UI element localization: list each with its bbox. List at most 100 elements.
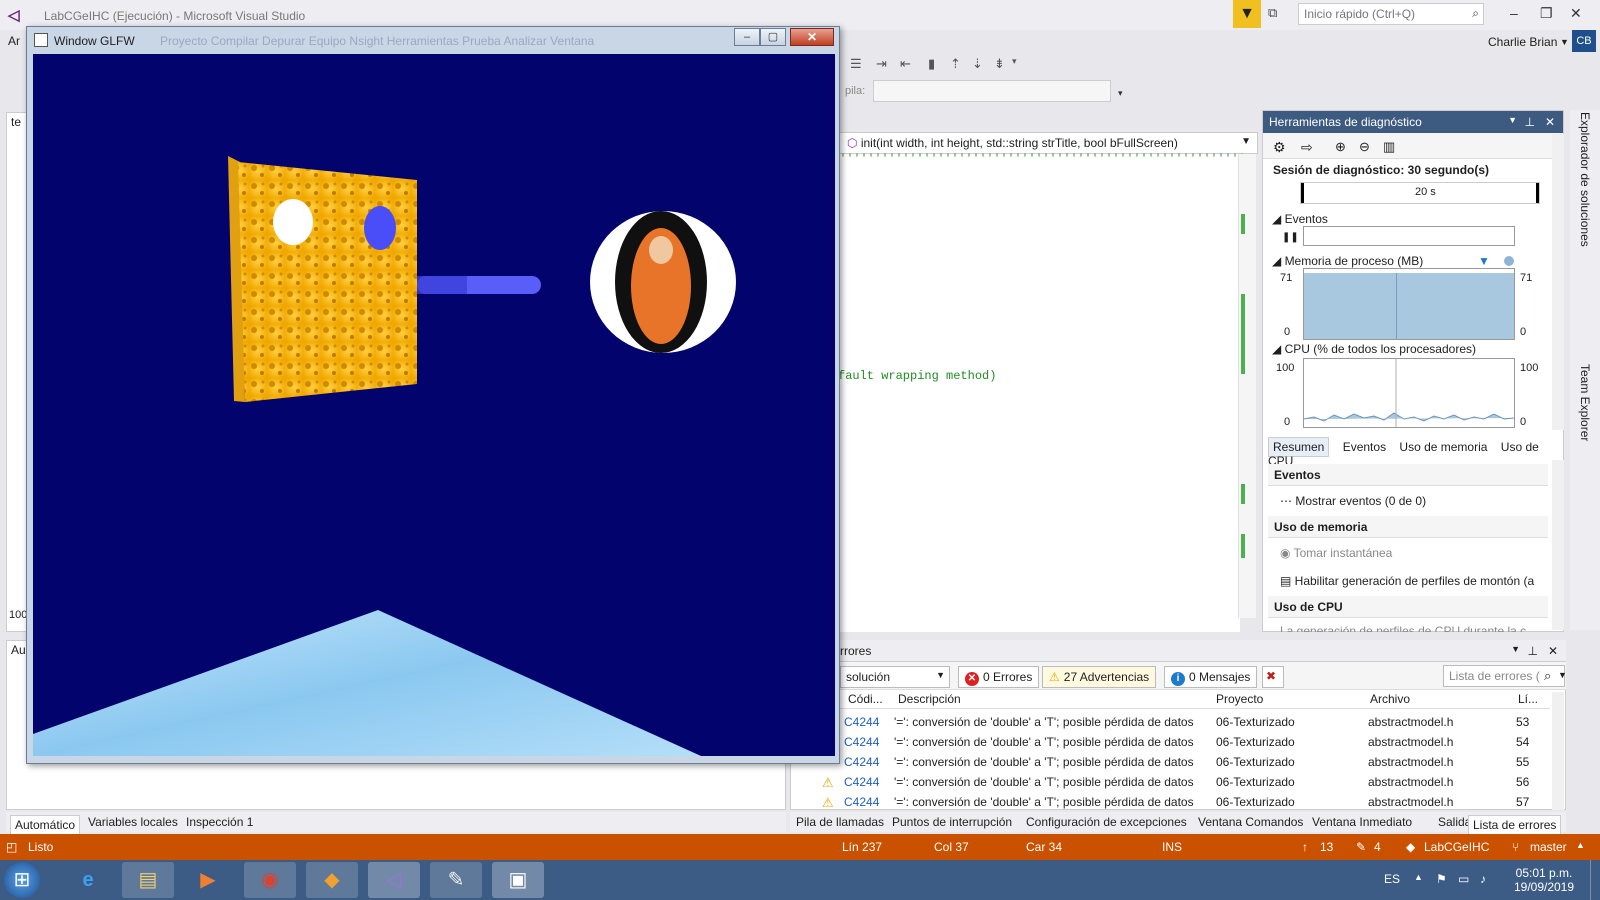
table-row[interactable]: ⚠ C4244 '=': conversión de 'double' a 'T';…	[790, 772, 1550, 792]
network-icon[interactable]: ▭	[1458, 872, 1469, 886]
chrome-icon[interactable]: ◉	[244, 862, 296, 898]
export-icon[interactable]: ⇨	[1301, 139, 1313, 156]
chart-icon[interactable]: ▥	[1383, 139, 1395, 155]
git-tool-icon[interactable]: ◆	[306, 862, 358, 898]
cell-code[interactable]: C4244	[844, 795, 879, 809]
memory-section-label[interactable]: ◢ Memoria de proceso (MB)	[1272, 254, 1423, 268]
table-row[interactable]: C4244 '=': conversión de 'double' a 'T'; …	[790, 712, 1550, 732]
heap-profiling-checkbox[interactable]: ▤ Habilitar generación de perfiles de mo…	[1280, 574, 1544, 588]
pin-icon[interactable]: ⊥	[1528, 644, 1538, 658]
chevron-down-icon[interactable]: ▼	[1558, 670, 1567, 680]
avatar[interactable]: CB	[1572, 30, 1596, 52]
glfw-minimize-button[interactable]: –	[734, 28, 760, 46]
minimize-icon[interactable]: –	[1510, 5, 1518, 21]
bookmark-next-icon[interactable]: ⇣	[972, 56, 990, 72]
take-snapshot-button[interactable]: ◉ Tomar instantánea	[1280, 546, 1392, 560]
chevron-down-icon[interactable]: ▼	[1560, 37, 1569, 47]
column-file[interactable]: Archivo	[1370, 692, 1410, 706]
clock[interactable]: 05:01 p.m. 19/09/2019	[1504, 866, 1584, 894]
glfw-maximize-button[interactable]: ▢	[760, 28, 786, 46]
outdent-icon[interactable]: ⇤	[900, 56, 918, 72]
tab-immediate-window[interactable]: Ventana Inmediato	[1312, 815, 1412, 829]
zoom-out-icon[interactable]: ⊖	[1359, 139, 1370, 155]
diagnostics-scrollbar[interactable]	[1552, 134, 1564, 430]
tab-breakpoints[interactable]: Puntos de interrupción	[892, 815, 1012, 829]
tab-automatico[interactable]: Automático	[10, 815, 81, 835]
pending-changes-count[interactable]: 4	[1374, 840, 1381, 854]
chevron-down-icon[interactable]: ▼	[1511, 644, 1520, 654]
left-tab-fragment[interactable]: te	[11, 115, 21, 129]
branch-name[interactable]: master	[1530, 840, 1567, 854]
glfw-close-button[interactable]: ✕	[790, 28, 834, 46]
tray-chevron-icon[interactable]: ▲	[1414, 872, 1423, 882]
stack-frame-dropdown[interactable]	[873, 80, 1111, 102]
scope-dropdown[interactable]: solución ▼	[840, 666, 950, 688]
warnings-filter-button[interactable]: ⚠ 27 Advertencias	[1042, 666, 1157, 688]
tab-inspeccion[interactable]: Inspección 1	[186, 815, 253, 829]
internet-explorer-icon[interactable]: e	[62, 862, 114, 898]
zoom-in-icon[interactable]: ⊕	[1335, 139, 1346, 155]
tab-solution-explorer[interactable]: Explorador de soluciones	[1578, 112, 1592, 247]
close-icon[interactable]: ✕	[1570, 5, 1582, 22]
cell-code[interactable]: C4244	[844, 715, 879, 729]
search-icon[interactable]: ⌕	[1544, 668, 1551, 684]
tab-error-list[interactable]: Lista de errores	[1468, 815, 1562, 835]
column-description[interactable]: Descripción	[898, 692, 961, 706]
column-project[interactable]: Proyecto	[1216, 692, 1263, 706]
cell-code[interactable]: C4244	[844, 735, 879, 749]
table-row[interactable]: C4244 '=': conversión de 'double' a 'T'; …	[790, 752, 1550, 772]
toolbar-overflow-icon[interactable]: ▾	[1012, 56, 1030, 72]
file-explorer-icon[interactable]: ▤	[122, 862, 174, 898]
bookmark-clear-icon[interactable]: ⇟	[994, 56, 1012, 72]
media-player-icon[interactable]: ▶	[182, 862, 234, 898]
volume-icon[interactable]: ♪	[1480, 872, 1486, 886]
tab-output[interactable]: Salida	[1438, 815, 1471, 829]
messages-filter-button[interactable]: i 0 Mensajes	[1164, 666, 1258, 688]
menu-archivo-partial[interactable]: Ar	[8, 34, 20, 48]
table-row[interactable]: C4244 '=': conversión de 'double' a 'T'; …	[790, 732, 1550, 752]
bookmark-prev-icon[interactable]: ⇡	[950, 56, 968, 72]
tab-eventos[interactable]: Eventos	[1343, 440, 1386, 454]
flag-icon[interactable]: ⚑	[1436, 872, 1447, 886]
editor-scrollbar[interactable]	[1238, 154, 1256, 618]
opengl-viewport[interactable]	[33, 54, 835, 756]
diagnostic-timeline[interactable]: 20 s	[1300, 182, 1540, 204]
chevron-down-icon[interactable]: ▼	[1508, 115, 1517, 125]
tab-call-stack[interactable]: Pila de llamadas	[796, 815, 884, 829]
user-name[interactable]: Charlie Brian	[1488, 35, 1557, 49]
quick-launch-input[interactable]: Inicio rápido (Ctrl+Q) ⌕	[1298, 3, 1484, 25]
show-desktop-button[interactable]	[1590, 860, 1600, 900]
bookmark-icon[interactable]: ▮	[928, 56, 946, 72]
error-list-scrollbar[interactable]	[1552, 692, 1564, 810]
comment-icon[interactable]: ☰	[850, 56, 868, 72]
repo-name[interactable]: LabCGeIHC	[1424, 840, 1489, 854]
settings-icon[interactable]: ⚙	[1273, 139, 1286, 156]
language-indicator[interactable]: ES	[1384, 872, 1400, 886]
unpushed-count[interactable]: 13	[1320, 840, 1333, 854]
summary-scrollbar[interactable]	[1552, 460, 1564, 630]
close-icon[interactable]: ✕	[1548, 644, 1558, 658]
pause-icon[interactable]: ❚❚	[1282, 232, 1299, 243]
glfw-window-taskbar-icon[interactable]: ▣	[492, 862, 544, 898]
cell-code[interactable]: C4244	[844, 775, 879, 789]
show-events-link[interactable]: ⋯ Mostrar eventos (0 de 0)	[1280, 494, 1426, 508]
code-comment-line[interactable]: fault wrapping method)	[838, 369, 996, 383]
toolbar-overflow-2-icon[interactable]: ▾	[1118, 88, 1123, 99]
tab-variables-locales[interactable]: Variables locales	[88, 815, 178, 829]
feedback-icon[interactable]: ⧉	[1268, 5, 1290, 25]
pin-icon[interactable]: ⊥	[1525, 115, 1535, 129]
events-section-label[interactable]: ◢ Eventos	[1272, 212, 1328, 226]
notification-filter-icon[interactable]: ▼	[1233, 0, 1261, 28]
restore-icon[interactable]: ❐	[1540, 5, 1553, 22]
column-code[interactable]: Códi...	[848, 692, 883, 706]
cell-code[interactable]: C4244	[844, 755, 879, 769]
visual-studio-taskbar-icon[interactable]: ◁	[368, 862, 420, 898]
cpu-section-label[interactable]: ◢ CPU (% de todos los procesadores)	[1272, 342, 1476, 356]
errors-filter-button[interactable]: ✕ 0 Errores	[958, 666, 1040, 688]
tab-team-explorer[interactable]: Team Explorer	[1578, 364, 1592, 441]
indent-icon[interactable]: ⇥	[876, 56, 894, 72]
paint-icon[interactable]: ✎	[430, 862, 482, 898]
close-icon[interactable]: ✕	[1545, 115, 1555, 129]
function-navigation-bar[interactable]: ⬡ init(int width, int height, std::strin…	[838, 132, 1258, 154]
clear-filter-icon[interactable]: ✖	[1262, 666, 1284, 688]
